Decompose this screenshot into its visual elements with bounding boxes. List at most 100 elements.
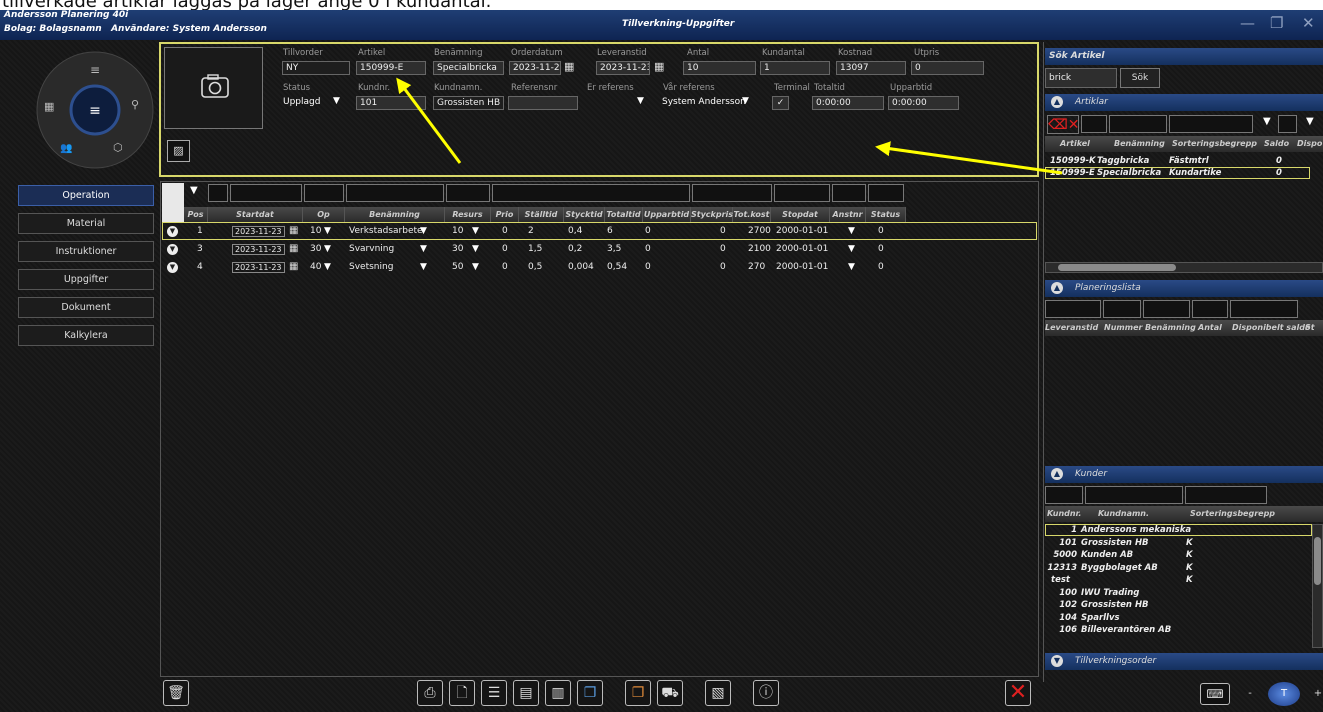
table-cell[interactable]: 3 — [197, 244, 203, 254]
minimize-icon[interactable]: — — [1240, 14, 1255, 32]
copy-orange-icon[interactable]: ❐ — [625, 680, 651, 706]
col-artikel[interactable]: Artikel — [1060, 139, 1090, 148]
chevron-down-icon[interactable]: ▼ — [324, 244, 331, 254]
kund-name-cell[interactable]: Grossisten HB — [1081, 538, 1149, 548]
kund-nr-cell[interactable]: test — [1047, 575, 1077, 585]
chevron-down-icon[interactable]: ▼ — [472, 262, 479, 272]
table-cell[interactable]: 0 — [645, 244, 651, 254]
table-cell[interactable]: 30 — [310, 244, 321, 254]
field-leveranstid[interactable]: 2023-11-23 — [596, 61, 650, 75]
col-prio[interactable]: Prio — [491, 207, 519, 222]
table-cell[interactable]: 1,5 — [528, 244, 542, 254]
table-cell[interactable]: 2700 — [748, 226, 771, 236]
table-cell[interactable]: Svetsning — [349, 262, 393, 272]
col-saldo[interactable]: Saldo — [1264, 139, 1289, 148]
table-cell[interactable]: 1 — [197, 226, 203, 236]
delete-icon[interactable]: 🗑 — [163, 680, 189, 706]
zoom-out-icon[interactable]: - — [1240, 683, 1260, 705]
artikel-cell[interactable]: Taggbricka — [1097, 156, 1149, 166]
kund-nr-cell[interactable]: 12313 — [1047, 563, 1077, 573]
col-kundnamn[interactable]: Kundnamn. — [1098, 509, 1149, 518]
table-cell[interactable]: 2023-11-23 — [232, 244, 285, 255]
kund-name-cell[interactable]: Byggbolaget AB — [1081, 563, 1158, 573]
field-benamning[interactable]: Specialbricka — [433, 61, 504, 75]
kund-sort-cell[interactable]: K — [1186, 550, 1193, 560]
artikel-cell[interactable]: 150999-K — [1050, 156, 1096, 166]
calendar-icon[interactable]: ▦ — [564, 60, 574, 73]
col-leveranstid[interactable]: Leveranstid — [1045, 323, 1098, 332]
tillverkningsorder-header[interactable]: ▼ Tillverkningsorder — [1045, 653, 1323, 670]
col-totkost[interactable]: Tot.kost — [733, 207, 771, 222]
filter-box[interactable] — [1045, 300, 1101, 318]
table-cell[interactable]: 0 — [720, 226, 726, 236]
keyboard-icon[interactable]: ⌨ — [1200, 683, 1230, 705]
field-kundnr[interactable]: 101 — [356, 96, 426, 110]
table-cell[interactable]: 3,5 — [607, 244, 621, 254]
menu-kalkylera[interactable]: Kalkylera — [18, 325, 154, 346]
table-cell[interactable]: 30 — [452, 244, 463, 254]
search-button[interactable]: Sök — [1120, 68, 1160, 88]
calendar-icon[interactable]: ▦ — [289, 225, 298, 236]
col-antal[interactable]: Antal — [1198, 323, 1222, 332]
maximize-icon[interactable]: ❐ — [1270, 14, 1283, 32]
kunder-header[interactable]: ▲ Kunder — [1045, 466, 1323, 483]
calendar-icon[interactable]: ▦ — [654, 60, 664, 73]
table-cell[interactable]: 0 — [878, 262, 884, 272]
chevron-down-icon[interactable]: ▼ — [333, 96, 340, 106]
artiklar-header[interactable]: ▲ Artiklar — [1045, 94, 1323, 111]
save-as-icon[interactable]: ▥ — [545, 680, 571, 706]
image-settings-icon[interactable]: ▨ — [167, 140, 190, 162]
dropdown-var-referens[interactable]: System Andersson — [662, 97, 746, 107]
col-benamning[interactable]: Benämning — [1114, 139, 1165, 148]
table-cell[interactable]: 0,2 — [568, 244, 582, 254]
truck-icon[interactable]: ⛟ — [657, 680, 683, 706]
search-input[interactable]: brick — [1045, 68, 1117, 88]
chevron-down-icon[interactable]: ▼ — [420, 244, 427, 254]
expand-row-icon[interactable]: ▼ — [167, 226, 178, 237]
table-cell[interactable]: 4 — [197, 262, 203, 272]
radial-menu[interactable]: ≡ ≡ ▦ ⚲ 👥 ⬡ — [30, 48, 160, 173]
chevron-down-icon[interactable]: ▼ — [324, 262, 331, 272]
filter-box[interactable] — [1185, 486, 1267, 504]
chevron-down-icon[interactable]: ▼ — [1051, 655, 1063, 667]
menu-instruktioner[interactable]: Instruktioner — [18, 241, 154, 262]
chevron-down-icon[interactable]: ▼ — [1263, 116, 1271, 127]
filter-box[interactable] — [1278, 115, 1297, 133]
col-benamning[interactable]: Benämning — [1145, 323, 1196, 332]
chevron-down-icon[interactable]: ▼ — [420, 262, 427, 272]
kund-name-cell[interactable]: IWU Trading — [1081, 588, 1139, 598]
artikel-cell[interactable]: Fästmtrl — [1169, 156, 1209, 166]
filter-box[interactable] — [1192, 300, 1228, 318]
table-cell[interactable]: 0 — [502, 262, 508, 272]
table-cell[interactable]: 2 — [528, 226, 534, 236]
table-cell[interactable]: Verkstadsarbete — [349, 226, 423, 236]
kund-nr-cell[interactable]: 102 — [1047, 600, 1077, 610]
table-cell[interactable]: 10 — [452, 226, 463, 236]
scrollbar-thumb[interactable] — [1314, 537, 1321, 585]
col-sorteringsbegrepp[interactable]: Sorteringsbegrepp — [1172, 139, 1257, 148]
col-status[interactable]: Status — [866, 207, 906, 222]
artikel-cell[interactable]: Kundartike — [1169, 168, 1221, 178]
chevron-down-icon[interactable]: ▼ — [472, 226, 479, 236]
kund-sort-cell[interactable]: K — [1186, 538, 1193, 548]
table-cell[interactable]: 0,54 — [607, 262, 627, 272]
kund-nr-cell[interactable]: 5000 — [1047, 550, 1077, 560]
cancel-icon[interactable]: ✕ — [1005, 680, 1031, 706]
filter-box[interactable] — [1109, 115, 1167, 133]
table-cell[interactable]: 0 — [878, 226, 884, 236]
kund-name-cell[interactable]: Kunden AB — [1081, 550, 1133, 560]
new-document-icon[interactable]: 🗋 — [449, 680, 475, 706]
filter-box[interactable] — [492, 184, 690, 202]
artikel-cell[interactable]: 0 — [1276, 168, 1282, 178]
kund-name-cell[interactable]: Grossisten HB — [1081, 600, 1149, 610]
table-cell[interactable]: 0 — [502, 244, 508, 254]
chevron-down-icon[interactable]: ▼ — [848, 262, 855, 272]
col-disponibelt-saldo[interactable]: Disponibelt saldo — [1232, 323, 1310, 332]
filter-box[interactable] — [868, 184, 904, 202]
vertical-scrollbar[interactable] — [1312, 524, 1323, 648]
col-styckpris[interactable]: Styckpris — [691, 207, 733, 222]
table-cell[interactable]: 0,4 — [568, 226, 582, 236]
chevron-down-icon[interactable]: ▼ — [848, 226, 855, 236]
col-st[interactable]: St — [1305, 323, 1315, 332]
dropdown-status[interactable]: Upplagd — [283, 97, 320, 107]
